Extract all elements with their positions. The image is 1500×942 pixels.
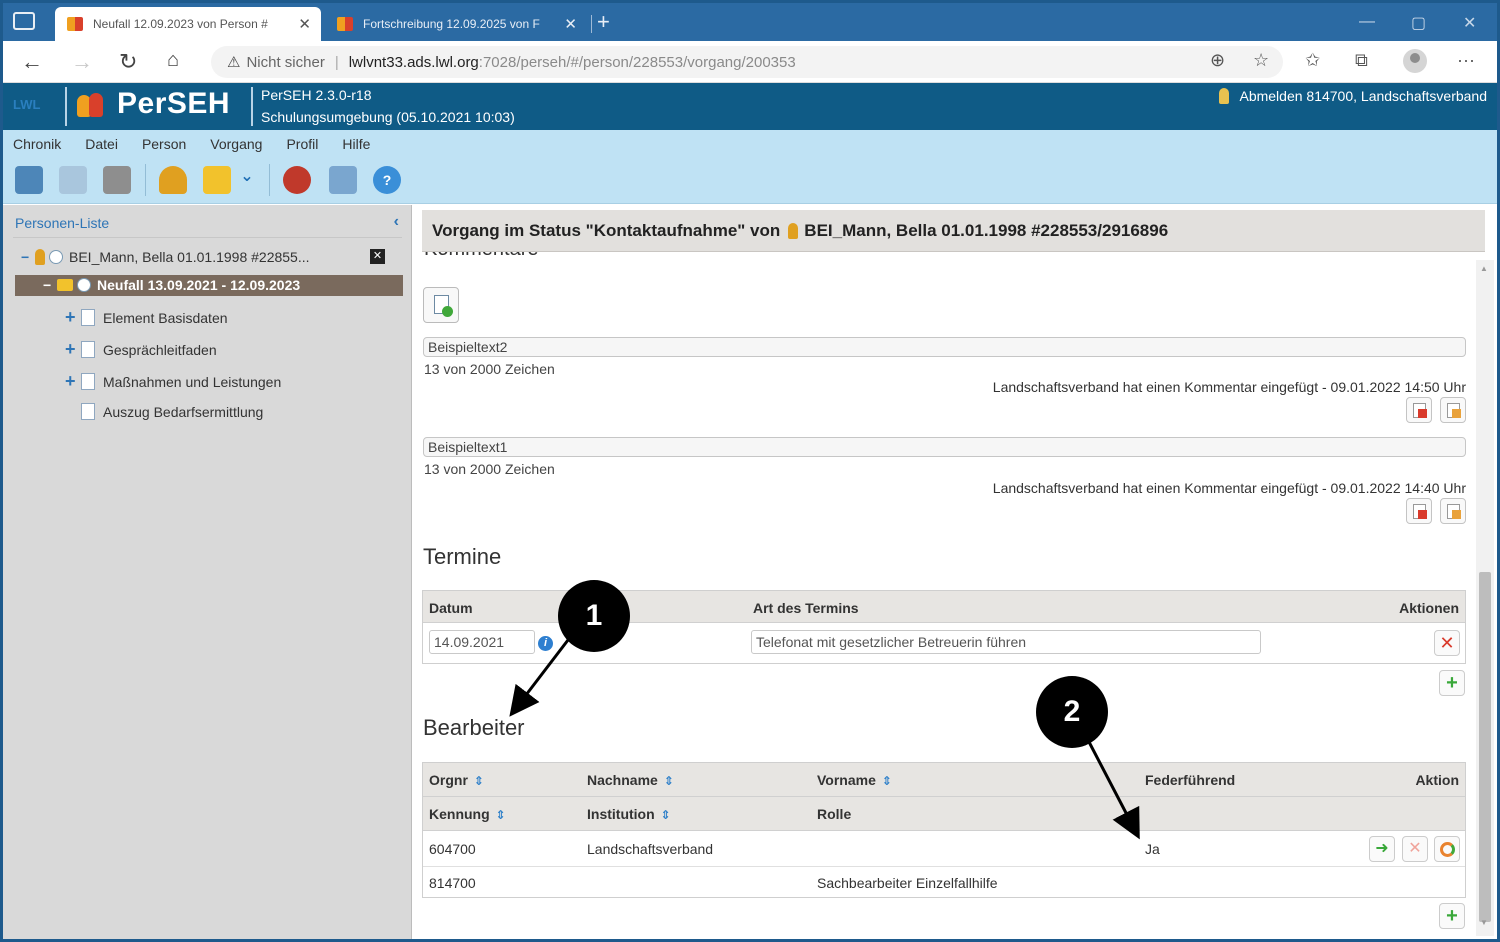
callout-1: 1 <box>558 580 630 652</box>
callout-arrow-1 <box>509 639 570 717</box>
callout-arrows <box>509 639 1140 840</box>
callout-2: 2 <box>1036 676 1108 748</box>
callout-arrow-2 <box>1086 739 1140 840</box>
